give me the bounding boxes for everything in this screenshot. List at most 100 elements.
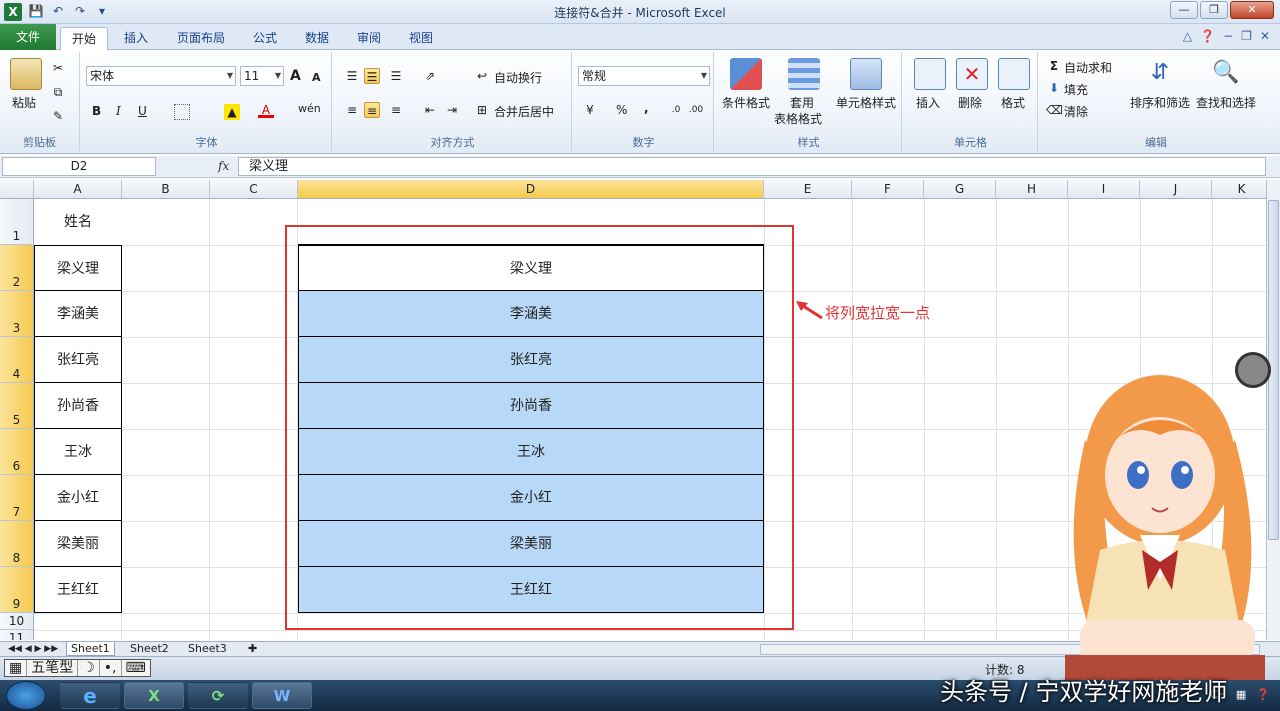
col-header-g[interactable]: G: [924, 180, 996, 199]
find-select-icon[interactable]: 🔍: [1210, 58, 1242, 90]
row-header-5[interactable]: 5: [0, 383, 34, 429]
select-all-corner[interactable]: [0, 180, 34, 199]
ime-moon-icon[interactable]: ☽: [78, 660, 100, 676]
decrease-indent-icon[interactable]: ⇤: [422, 102, 438, 118]
orientation-icon[interactable]: ⇗: [422, 68, 438, 84]
ribbon-minimize-icon[interactable]: △: [1183, 29, 1192, 43]
row-header-2[interactable]: 2: [0, 245, 34, 291]
sort-filter-button[interactable]: 排序和筛选: [1130, 94, 1190, 111]
conditional-format-button[interactable]: 条件格式: [722, 94, 770, 111]
delete-cells-button[interactable]: 删除: [958, 94, 982, 111]
fill-color-icon[interactable]: ▲: [224, 104, 240, 120]
ie-icon[interactable]: e: [60, 682, 120, 709]
close-button[interactable]: ✕: [1230, 1, 1274, 19]
col-header-c[interactable]: C: [210, 180, 298, 199]
cell-a9[interactable]: 王红红: [34, 567, 122, 613]
insert-cells-button[interactable]: 插入: [916, 94, 940, 111]
minimize-button[interactable]: —: [1170, 1, 1198, 19]
col-header-j[interactable]: J: [1140, 180, 1212, 199]
fill-button[interactable]: 填充: [1064, 81, 1088, 98]
cell-a7[interactable]: 金小红: [34, 475, 122, 521]
number-format-combo[interactable]: 常规 ▼: [578, 66, 710, 86]
cell-a4[interactable]: 张红亮: [34, 337, 122, 383]
bold-button[interactable]: B: [92, 104, 101, 118]
shrink-font-button[interactable]: A: [312, 71, 321, 84]
insert-function-button[interactable]: fx: [218, 159, 229, 173]
excel-taskbar-icon[interactable]: X: [124, 682, 184, 709]
format-as-table-button-1[interactable]: 套用: [790, 94, 814, 111]
autosum-button[interactable]: 自动求和: [1064, 59, 1112, 76]
restore-button[interactable]: ❐: [1200, 1, 1228, 19]
col-header-f[interactable]: F: [852, 180, 924, 199]
border-icon[interactable]: [174, 104, 190, 120]
phonetic-button[interactable]: wén: [298, 102, 321, 115]
currency-icon[interactable]: ¥: [582, 102, 598, 118]
font-color-icon[interactable]: A: [258, 102, 274, 118]
cut-icon[interactable]: ✂: [50, 60, 66, 76]
tab-formulas[interactable]: 公式: [244, 27, 286, 50]
merge-center-button[interactable]: 合并后居中: [494, 103, 554, 120]
col-header-k[interactable]: K: [1212, 180, 1266, 199]
cell-styles-button[interactable]: 单元格样式: [836, 94, 896, 111]
formula-input[interactable]: 梁义理: [238, 157, 1266, 176]
row-header-6[interactable]: 6: [0, 429, 34, 475]
italic-button[interactable]: I: [116, 104, 121, 118]
decrease-decimal-icon[interactable]: .00: [688, 102, 704, 118]
start-button[interactable]: [6, 681, 46, 710]
row-header-11[interactable]: 11: [0, 630, 34, 640]
copy-icon[interactable]: ⧉: [50, 84, 66, 100]
conditional-format-icon[interactable]: [730, 58, 762, 90]
paste-button[interactable]: 粘贴: [12, 94, 36, 111]
increase-indent-icon[interactable]: ⇥: [444, 102, 460, 118]
col-header-e[interactable]: E: [764, 180, 852, 199]
font-size-combo[interactable]: 11 ▼: [240, 66, 284, 86]
align-right-icon[interactable]: ≡: [388, 102, 404, 118]
word-taskbar-icon[interactable]: W: [252, 682, 312, 709]
doc-minimize-icon[interactable]: −: [1223, 29, 1233, 43]
doc-close-icon[interactable]: ✕: [1260, 29, 1270, 43]
cell-a1[interactable]: 姓名: [34, 199, 122, 245]
cell-a3[interactable]: 李涵美: [34, 291, 122, 337]
help-icon[interactable]: ❓: [1200, 29, 1215, 43]
underline-button[interactable]: U: [138, 104, 147, 118]
tab-view[interactable]: 视图: [400, 27, 442, 50]
sheet-tab-2[interactable]: Sheet2: [126, 642, 173, 656]
tab-file[interactable]: 文件: [0, 24, 56, 50]
col-header-a[interactable]: A: [34, 180, 122, 199]
ime-toolbar[interactable]: ▦ 五笔型 ☽ •, ⌨: [4, 659, 151, 677]
cell-a8[interactable]: 梁美丽: [34, 521, 122, 567]
name-box[interactable]: D2: [2, 157, 156, 176]
wrap-text-button[interactable]: 自动换行: [494, 69, 542, 86]
sort-filter-icon[interactable]: ⇵: [1144, 58, 1176, 90]
help-tray-icon[interactable]: ❓: [1256, 688, 1270, 701]
row-header-1[interactable]: 1: [0, 199, 34, 245]
insert-cells-icon[interactable]: [914, 58, 946, 90]
align-bottom-icon[interactable]: ☰: [388, 68, 404, 84]
row-header-3[interactable]: 3: [0, 291, 34, 337]
row-header-8[interactable]: 8: [0, 521, 34, 567]
paste-icon[interactable]: [10, 58, 42, 90]
cell-a2[interactable]: 梁义理: [34, 245, 122, 291]
tab-review[interactable]: 审阅: [348, 27, 390, 50]
find-select-button[interactable]: 查找和选择: [1196, 94, 1256, 111]
format-cells-icon[interactable]: [998, 58, 1030, 90]
col-header-b[interactable]: B: [122, 180, 210, 199]
row-header-10[interactable]: 10: [0, 613, 34, 630]
tab-insert[interactable]: 插入: [112, 27, 160, 50]
cell-styles-icon[interactable]: [850, 58, 882, 90]
sheet-tab-3[interactable]: Sheet3: [184, 642, 231, 656]
format-as-table-icon[interactable]: [788, 58, 820, 90]
sheet-nav-arrows[interactable]: ◀◀ ◀ ▶ ▶▶: [4, 642, 62, 656]
doc-restore-icon[interactable]: ❐: [1241, 29, 1252, 43]
align-middle-icon[interactable]: ☰: [364, 68, 380, 84]
tab-home[interactable]: 开始: [60, 27, 108, 50]
row-header-9[interactable]: 9: [0, 567, 34, 613]
ime-tray-icon[interactable]: ▦: [1236, 688, 1246, 701]
insert-sheet-icon[interactable]: ✚: [244, 642, 261, 656]
ime-punct-icon[interactable]: •,: [100, 660, 122, 676]
col-header-i[interactable]: I: [1068, 180, 1140, 199]
cell-a5[interactable]: 孙尚香: [34, 383, 122, 429]
col-header-h[interactable]: H: [996, 180, 1068, 199]
row-header-7[interactable]: 7: [0, 475, 34, 521]
delete-cells-icon[interactable]: ✕: [956, 58, 988, 90]
